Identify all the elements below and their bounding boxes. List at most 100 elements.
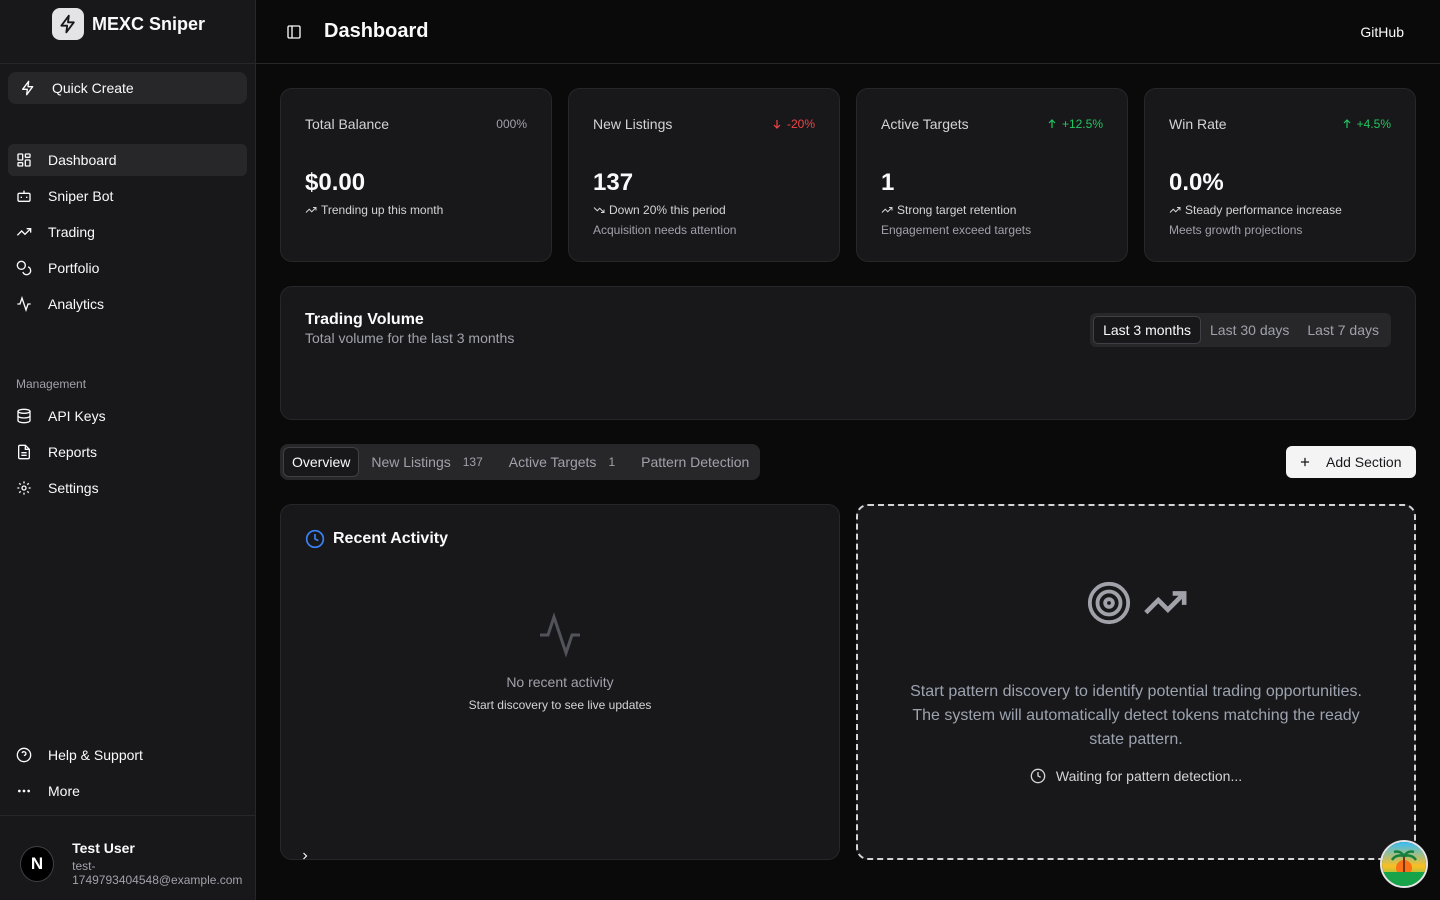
card-trend: Down 20% this period [593,203,726,217]
trending-up-icon [16,224,32,240]
metric-card-active-targets: Active Targets +12.5% 1 Strong target re… [856,88,1128,262]
card-trend-text: Down 20% this period [609,203,726,217]
dashboard-icon [16,152,32,168]
user-menu[interactable]: N Test User test-1749793404548@example.c… [20,840,255,887]
card-note: Engagement exceed targets [881,223,1032,237]
tab-label: Pattern Detection [641,454,750,470]
sidebar-item-trading[interactable]: Trading [8,216,247,248]
github-link[interactable]: GitHub [1360,24,1404,40]
arrow-up-icon [1048,119,1056,128]
sidebar-item-label: Analytics [48,296,105,312]
top-header: Dashboard GitHub [256,0,1440,64]
empty-subtitle: Start discovery to see live updates [468,698,652,712]
card-trend-text: Steady performance increase [1185,203,1342,217]
card-value: 137 [593,169,634,196]
card-badge: -20% [771,117,815,131]
management-section-label: Management [16,377,87,391]
tab-label: Active Targets [508,454,597,470]
trading-volume-card: Trading Volume Total volume for the last… [280,286,1416,420]
user-email: test-1749793404548@example.com [72,859,243,887]
sidebar-item-reports[interactable]: Reports [8,436,247,468]
trend-up-icon [1169,207,1181,213]
range-last-7-days[interactable]: Last 7 days [1298,316,1388,344]
clock-icon [305,529,325,549]
target-icon [1087,581,1131,625]
sidebar-toggle-icon[interactable] [286,24,302,45]
sidebar-item-label: Reports [48,444,98,460]
divider [0,63,255,64]
range-last-30-days[interactable]: Last 30 days [1201,316,1298,344]
lightning-logo-icon [52,8,84,40]
activity-pulse-icon [540,612,580,658]
recent-activity-card: Recent Activity No recent activity Start… [280,504,840,860]
pattern-icons [1086,580,1188,626]
user-name: Test User [72,840,135,856]
tab-overview[interactable]: Overview [283,447,360,477]
sidebar-item-help[interactable]: Help & Support [8,739,247,771]
sidebar-item-label: Sniper Bot [48,188,114,204]
card-trend: Strong target retention [881,203,1016,217]
sidebar-item-settings[interactable]: Settings [8,472,247,504]
sidebar-item-api-keys[interactable]: API Keys [8,400,247,432]
metric-card-total-balance: Total Balance 000% $0.00 Trending up thi… [280,88,552,262]
trend-up-icon [305,207,317,213]
lightning-icon [20,80,36,96]
tab-label: New Listings [371,454,451,470]
pattern-description: Start pattern discovery to identify pote… [910,683,1362,748]
card-label: Win Rate [1169,116,1227,132]
clock-icon [1030,768,1046,784]
trending-up-icon [1144,591,1187,615]
card-trend-text: Strong target retention [897,203,1017,217]
pattern-waiting: Waiting for pattern detection... [858,768,1414,784]
avatar: N [20,845,55,882]
card-trend-text: Trending up this month [321,203,444,217]
volume-subtitle: Total volume for the last 3 months [305,330,515,346]
waiting-text: Waiting for pattern detection... [1055,768,1243,784]
trend-down-icon [593,207,605,213]
plus-icon [1300,457,1310,467]
card-badge: +12.5% [1046,117,1103,131]
file-icon [16,444,32,460]
floating-assistant-avatar[interactable] [1380,840,1428,888]
tab-pattern-detection[interactable]: Pattern Detection [633,447,757,477]
ellipsis-icon [16,783,32,799]
add-section-label: Add Section [1326,454,1402,470]
page-title: Dashboard [324,20,429,42]
activity-icon [16,296,32,312]
brand[interactable]: MEXC Sniper [52,8,205,40]
card-badge: +4.5% [1341,117,1391,131]
volume-title: Trading Volume [305,311,424,328]
range-last-3-months[interactable]: Last 3 months [1093,316,1201,344]
card-label: Active Targets [881,116,969,132]
sidebar-item-more[interactable]: More [8,775,247,807]
range-toggle-group: Last 3 months Last 30 days Last 7 days [1090,313,1391,347]
tab-label: Overview [292,454,351,470]
arrow-up-icon [1343,119,1351,128]
empty-title: No recent activity [506,674,614,690]
sidebar-item-sniper-bot[interactable]: Sniper Bot [8,180,247,212]
tab-new-listings[interactable]: New Listings 137 [363,447,496,477]
sidebar-item-label: Dashboard [48,152,117,168]
quick-create-button[interactable]: Quick Create [8,72,247,104]
sidebar-item-label: Trading [48,224,95,240]
quick-create-label: Quick Create [52,80,134,96]
card-badge: 000% [496,117,527,131]
trend-up-icon [881,207,893,213]
card-value: $0.00 [305,169,366,196]
sidebar-item-label: Settings [48,480,99,496]
sidebar-item-dashboard[interactable]: Dashboard [8,144,247,176]
sidebar-item-label: More [48,783,80,799]
badge-value: 000% [496,117,527,131]
arrow-down-icon [773,120,781,129]
sidebar-item-portfolio[interactable]: Portfolio [8,252,247,284]
sidebar-item-analytics[interactable]: Analytics [8,288,247,320]
sidebar-item-label: Help & Support [48,747,143,763]
metric-card-new-listings: New Listings -20% 137 Down 20% this peri… [568,88,840,262]
tab-active-targets[interactable]: Active Targets 1 [501,447,629,477]
card-trend: Trending up this month [305,203,443,217]
coins-icon [16,260,32,276]
add-section-button[interactable]: Add Section [1286,446,1416,478]
bot-icon [16,188,32,204]
card-label: New Listings [593,116,673,132]
chevron-right-icon[interactable] [299,849,311,867]
